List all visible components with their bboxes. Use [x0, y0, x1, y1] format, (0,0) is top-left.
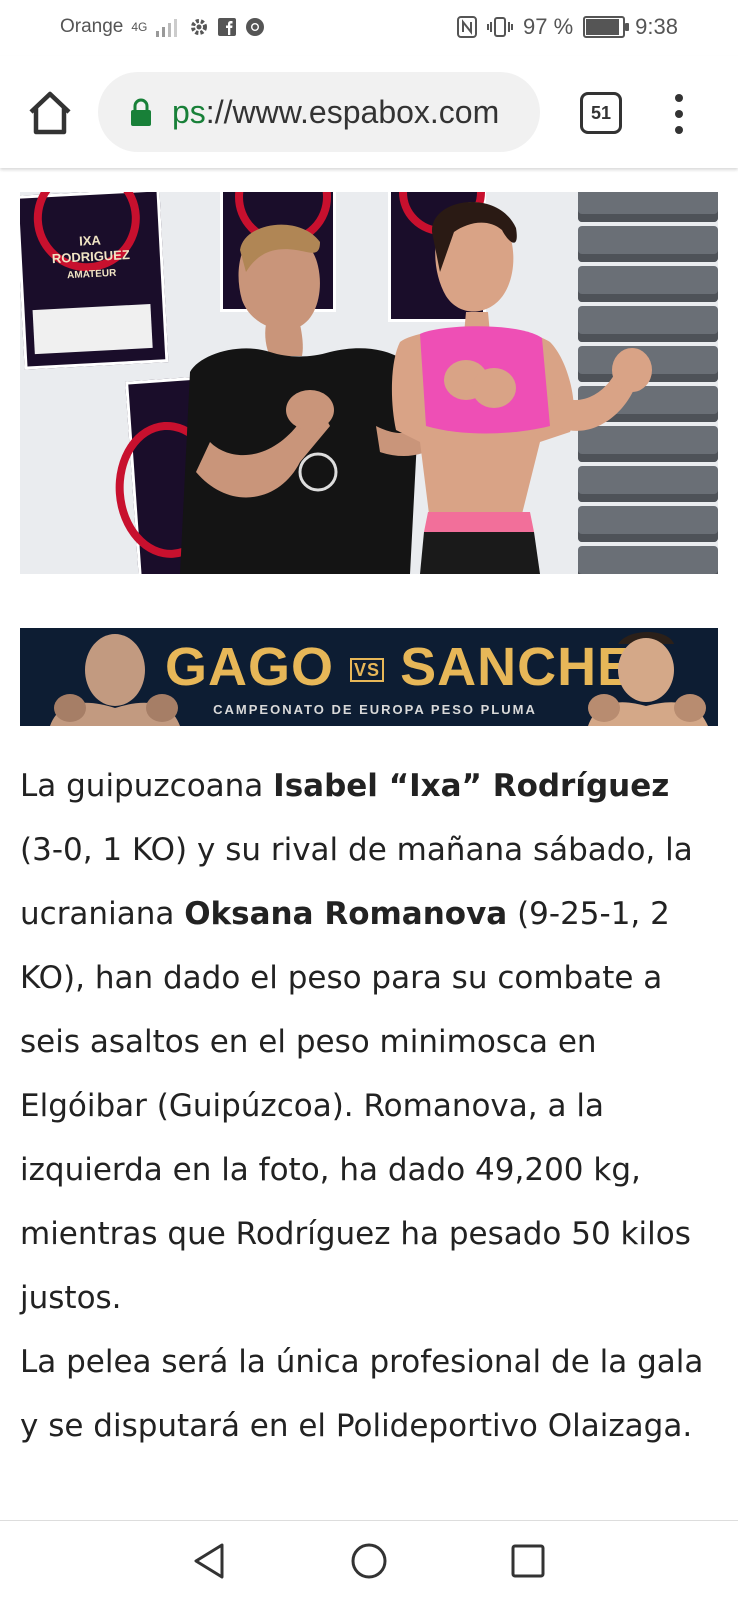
more-vert-icon[interactable]	[674, 94, 684, 134]
chrome-icon	[246, 18, 265, 36]
battery-icon	[583, 16, 630, 38]
tab-switcher-button[interactable]: 51	[580, 92, 622, 134]
event-banner[interactable]: GAGO VS SANCHEZ CAMPEONATO DE EUROPA PES…	[20, 628, 718, 726]
article-bold-name: Oksana Romanova	[184, 896, 508, 932]
boxer-right-figure	[391, 201, 652, 574]
fighter-left-portrait	[50, 634, 180, 726]
address-bar[interactable]: ps://www.espabox.com	[98, 72, 540, 152]
article-paragraph-1: La guipuzcoana Isabel “Ixa” Rodríguez (3…	[20, 754, 710, 1330]
back-icon[interactable]	[190, 1541, 230, 1581]
home-icon[interactable]	[26, 90, 74, 136]
settings-icon	[191, 19, 208, 35]
article-body: La guipuzcoana Isabel “Ixa” Rodríguez (3…	[20, 754, 710, 1458]
battery-percent: 97 %	[523, 14, 574, 39]
poster-sponsors	[32, 303, 153, 355]
system-nav-bar	[0, 1520, 738, 1601]
network-type-label: 4G	[131, 20, 148, 34]
status-bar: Orange 4G 97 % 9:38	[0, 0, 738, 56]
facebook-icon	[218, 18, 237, 36]
signal-icon	[156, 19, 178, 37]
article-photo: IXA RODRIGUEZ AMATEUR	[20, 192, 718, 574]
article-text: (9-25-1, 2 KO), han dado el peso para su…	[20, 896, 691, 1316]
poster-text-3: AMATEUR	[66, 267, 117, 282]
banner-fighter-left: GAGO	[165, 637, 335, 697]
banner-title: GAGO VS SANCHEZ	[165, 636, 667, 698]
article-text: La guipuzcoana	[20, 768, 274, 804]
home-circle-icon[interactable]	[349, 1541, 389, 1581]
lock-icon	[131, 98, 151, 126]
browser-toolbar: ps://www.espabox.com 51	[0, 56, 738, 168]
fighter-right-portrait	[588, 632, 708, 726]
status-left: Orange 4G	[60, 16, 265, 38]
url-scheme: ps	[172, 93, 206, 130]
clock: 9:38	[635, 14, 678, 39]
url-host: ://www.espabox.com	[205, 93, 500, 130]
poster-left: IXA RODRIGUEZ AMATEUR	[20, 192, 169, 370]
recents-icon[interactable]	[508, 1541, 548, 1581]
nfc-icon	[457, 16, 478, 38]
status-right: 97 % 9:38	[457, 14, 678, 40]
article-paragraph-2: La pelea será la única profesional de la…	[20, 1344, 704, 1444]
vibrate-icon	[487, 17, 514, 37]
carrier-label: Orange	[60, 16, 124, 37]
article-bold-name: Isabel “Ixa” Rodríguez	[273, 768, 670, 804]
url-text: ps://www.espabox.com	[172, 94, 499, 131]
banner-vs: VS	[350, 658, 385, 683]
banner-subtitle: CAMPEONATO DE EUROPA PESO PLUMA	[213, 702, 537, 717]
